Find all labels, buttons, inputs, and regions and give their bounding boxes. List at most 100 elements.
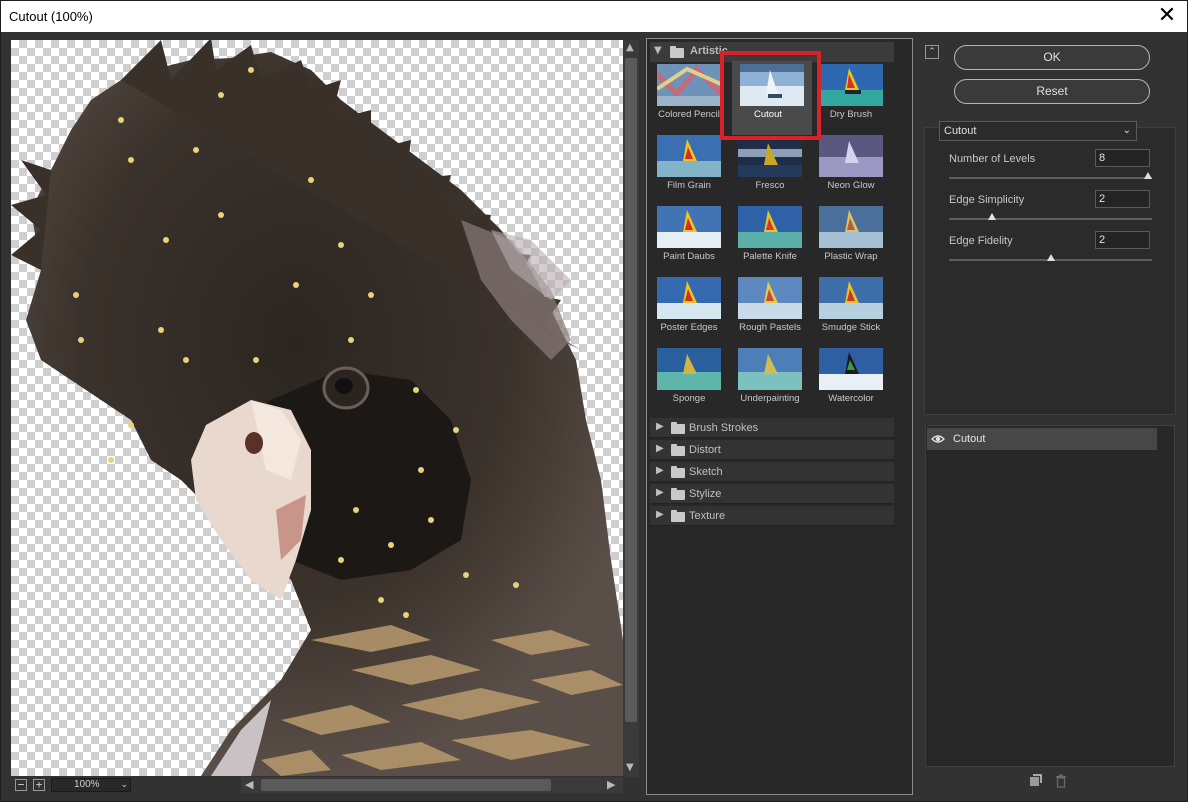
edge-simplicity-input[interactable]: 2: [1095, 190, 1150, 208]
filter-preview-image: [657, 348, 721, 390]
expand-right-icon: ▶: [656, 487, 664, 498]
scroll-up-icon[interactable]: ▲: [626, 42, 634, 53]
filter-select-value: Cutout: [944, 125, 977, 137]
filter-label: Plastic Wrap: [824, 251, 878, 262]
filter-settings-panel: [924, 127, 1176, 415]
filter-preview-image: [819, 206, 883, 248]
filter-label: Sponge: [672, 393, 706, 404]
number-of-levels-input[interactable]: 8: [1095, 149, 1150, 167]
filter-watercolor[interactable]: Watercolor: [815, 347, 895, 415]
preview-horizontal-scrollbar[interactable]: ◀ ▶: [241, 777, 623, 793]
scroll-down-icon[interactable]: ▼: [626, 762, 634, 773]
filter-label: Palette Knife: [743, 251, 797, 262]
folder-icon: [671, 510, 685, 522]
delete-effect-layer-icon[interactable]: [1055, 774, 1067, 788]
filter-colored-pencil[interactable]: Colored Pencil: [653, 63, 733, 131]
category-brush-strokes[interactable]: ▶ Brush Strokes: [650, 418, 894, 438]
close-icon[interactable]: ✕: [1153, 3, 1181, 29]
filter-underpainting[interactable]: Underpainting: [734, 347, 814, 415]
filter-preview-image: [657, 64, 721, 106]
filter-select[interactable]: Cutout ⌄: [939, 121, 1137, 141]
expand-right-icon: ▶: [656, 443, 664, 454]
folder-icon: [671, 422, 685, 434]
filter-dry-brush[interactable]: Dry Brush: [815, 63, 895, 131]
horizontal-scroll-thumb[interactable]: [261, 779, 551, 791]
title-bar: Cutout (100%) ✕: [1, 1, 1187, 32]
filter-label: Fresco: [755, 180, 785, 191]
edge-simplicity-slider[interactable]: [949, 213, 1152, 220]
edge-fidelity-slider[interactable]: [949, 254, 1152, 261]
category-label: Texture: [689, 510, 726, 522]
filter-label: Film Grain: [667, 180, 711, 191]
folder-icon: [671, 466, 685, 478]
expand-right-icon: ▶: [656, 465, 664, 476]
reset-button[interactable]: Reset: [954, 79, 1150, 104]
filter-label: Dry Brush: [829, 109, 873, 120]
filter-sponge[interactable]: Sponge: [653, 347, 733, 415]
filter-poster-edges[interactable]: Poster Edges: [653, 276, 733, 344]
filter-preview-image: [819, 348, 883, 390]
filter-label: Watercolor: [828, 393, 874, 404]
edge-simplicity-label: Edge Simplicity: [949, 194, 1025, 206]
category-stylize[interactable]: ▶ Stylize: [650, 484, 894, 504]
filter-preview-image: [738, 277, 802, 319]
filter-preview-image: [738, 348, 802, 390]
chevron-down-icon: ⌄: [1122, 125, 1131, 136]
filter-preview-image: [819, 135, 883, 177]
filter-gallery-window: Cutout (100%) ✕ ▲ ▼ − + 100% ⌄ ◀ ▶ ▼ Art…: [0, 0, 1188, 802]
filter-rough-pastels[interactable]: Rough Pastels: [734, 276, 814, 344]
zoom-select[interactable]: 100% ⌄: [51, 778, 131, 792]
filter-preview-image: [657, 206, 721, 248]
filter-preview-image: [738, 206, 802, 248]
eye-icon[interactable]: [931, 432, 945, 446]
cockatoo-image: [11, 40, 623, 776]
edge-fidelity-input[interactable]: 2: [1095, 231, 1150, 249]
number-of-levels-slider[interactable]: [949, 172, 1152, 179]
chevron-down-icon: ⌄: [120, 780, 128, 790]
category-artistic[interactable]: ▼ Artistic: [650, 42, 894, 62]
zoom-value: 100%: [74, 779, 100, 790]
filter-palette-knife[interactable]: Palette Knife: [734, 205, 814, 273]
category-texture[interactable]: ▶ Texture: [650, 506, 894, 526]
filter-smudge-stick[interactable]: Smudge Stick: [815, 276, 895, 344]
slider-knob[interactable]: [988, 213, 996, 220]
scroll-right-icon[interactable]: ▶: [607, 778, 615, 791]
effect-layer-cutout[interactable]: Cutout: [927, 428, 1157, 450]
filter-preview-image: [657, 277, 721, 319]
folder-icon: [671, 444, 685, 456]
ok-button[interactable]: OK: [954, 45, 1150, 70]
filter-preview-image: [819, 64, 883, 106]
filter-neon-glow[interactable]: Neon Glow: [815, 134, 895, 202]
new-effect-layer-icon[interactable]: [1029, 774, 1042, 787]
zoom-in-button[interactable]: +: [33, 779, 45, 791]
expand-down-icon: ▼: [654, 45, 662, 56]
category-distort[interactable]: ▶ Distort: [650, 440, 894, 460]
scroll-left-icon[interactable]: ◀: [245, 778, 253, 791]
filter-cutout[interactable]: Cutout: [732, 61, 812, 135]
collapse-gallery-icon[interactable]: ⌃: [925, 45, 939, 59]
category-label: Artistic: [690, 45, 728, 57]
edge-fidelity-label: Edge Fidelity: [949, 235, 1013, 247]
preview-vertical-scrollbar[interactable]: ▲ ▼: [623, 40, 639, 777]
category-sketch[interactable]: ▶ Sketch: [650, 462, 894, 482]
category-label: Brush Strokes: [689, 422, 759, 434]
expand-right-icon: ▶: [656, 421, 664, 432]
filter-gallery-panel: ▼ Artistic Colored Pencil Cutout Dry Bru…: [646, 38, 913, 795]
slider-knob[interactable]: [1047, 254, 1055, 261]
filter-fresco[interactable]: Fresco: [734, 134, 814, 202]
number-of-levels-label: Number of Levels: [949, 153, 1036, 165]
slider-knob[interactable]: [1144, 172, 1152, 179]
filter-preview-image: [738, 135, 802, 177]
window-title: Cutout (100%): [9, 9, 93, 24]
zoom-bar: − + 100% ⌄: [11, 777, 241, 793]
filter-film-grain[interactable]: Film Grain: [653, 134, 733, 202]
filter-paint-daubs[interactable]: Paint Daubs: [653, 205, 733, 273]
zoom-out-button[interactable]: −: [15, 779, 27, 791]
category-label: Stylize: [689, 488, 722, 500]
preview-canvas[interactable]: [11, 40, 623, 776]
category-label: Distort: [689, 444, 721, 456]
effect-layers-panel: [925, 425, 1175, 767]
filter-plastic-wrap[interactable]: Plastic Wrap: [815, 205, 895, 273]
filter-preview-image: [657, 135, 721, 177]
vertical-scroll-thumb[interactable]: [625, 58, 637, 722]
